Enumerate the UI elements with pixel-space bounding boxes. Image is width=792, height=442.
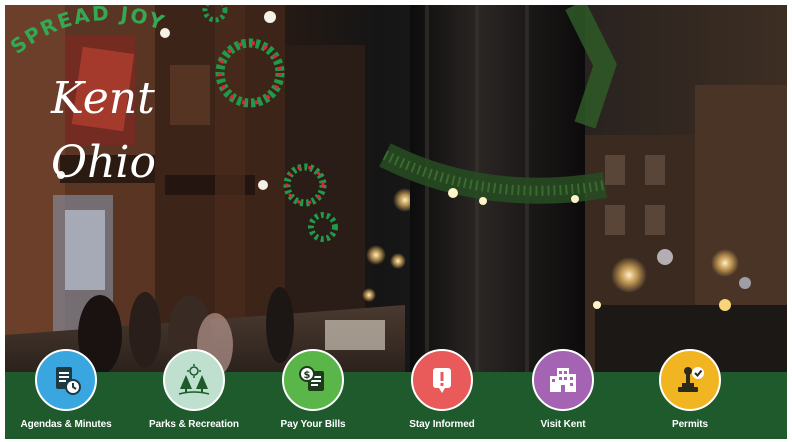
agendas-minutes-circle[interactable] bbox=[35, 349, 97, 411]
hero-city: Kent bbox=[50, 73, 155, 124]
quick-link-label[interactable]: Stay Informed bbox=[382, 419, 502, 430]
quick-link-pay-bills[interactable]: $ Pay Your Bills bbox=[253, 349, 373, 439]
pay-bills-circle[interactable]: $ bbox=[282, 349, 344, 411]
quick-link-agendas-minutes[interactable]: Agendas & Minutes bbox=[6, 349, 126, 439]
quick-link-parks-recreation[interactable]: Parks & Recreation bbox=[134, 349, 254, 439]
quick-link-label[interactable]: Pay Your Bills bbox=[253, 419, 373, 430]
permits-circle[interactable] bbox=[659, 349, 721, 411]
agenda-clock-icon bbox=[56, 367, 81, 395]
stamp-approved-icon bbox=[678, 367, 704, 392]
quick-link-stay-informed[interactable]: Stay Informed bbox=[382, 349, 502, 439]
alert-notice-icon bbox=[433, 368, 451, 393]
buildings-icon bbox=[550, 368, 576, 392]
quick-link-label[interactable]: Visit Kent bbox=[503, 419, 623, 430]
hero-banner-photo: SPREAD JOY Kent Ohio bbox=[5, 5, 787, 372]
bill-payment-icon: $ bbox=[299, 366, 324, 391]
spread-joy-kent-ohio-logo: SPREAD JOY Kent Ohio bbox=[6, 5, 169, 188]
parks-recreation-circle[interactable] bbox=[163, 349, 225, 411]
quick-link-label[interactable]: Permits bbox=[630, 419, 750, 430]
quick-link-label[interactable]: Agendas & Minutes bbox=[6, 419, 126, 430]
quick-link-label[interactable]: Parks & Recreation bbox=[134, 419, 254, 430]
hero-state: Ohio bbox=[51, 137, 156, 188]
svg-text:SPREAD JOY: SPREAD JOY bbox=[6, 5, 169, 59]
trees-icon bbox=[178, 364, 210, 395]
stay-informed-circle[interactable] bbox=[411, 349, 473, 411]
quick-link-permits[interactable]: Permits bbox=[630, 349, 750, 439]
quick-link-visit-kent[interactable]: Visit Kent bbox=[503, 349, 623, 439]
hero-tagline: SPREAD JOY bbox=[6, 5, 167, 59]
svg-text:$: $ bbox=[304, 370, 311, 381]
homepage: SPREAD JOY Kent Ohio Agendas & Minutes P… bbox=[0, 0, 792, 442]
visit-kent-circle[interactable] bbox=[532, 349, 594, 411]
